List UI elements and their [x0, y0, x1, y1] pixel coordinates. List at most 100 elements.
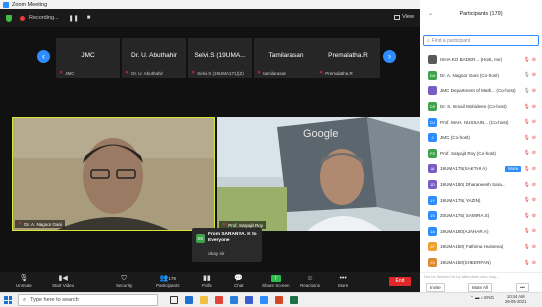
mute-all-button[interactable]: Mute All: [468, 283, 493, 292]
zoom-app-icon[interactable]: [260, 296, 268, 304]
chat-sender: From SARANYA. K to Everyone: [208, 232, 257, 243]
video-name-label: ✕ Dr. A. Nagoor Gani: [15, 220, 65, 228]
panel-footer: Not be listened to by attendees who may.…: [420, 272, 542, 292]
participant-row[interactable]: 1Y 19UMA175( YAZIN) 🎙 ⊘: [420, 192, 542, 208]
muted-mic-icon: 🎙: [523, 103, 530, 110]
powerpoint-icon[interactable]: [275, 296, 283, 304]
participant-row[interactable]: 1S 19UMA180(SHEERFAN) 🎙 ⊘: [420, 255, 542, 271]
participant-row[interactable]: 1A 19UMA180(AJAHAR.A) 🎙 ⊘: [420, 224, 542, 240]
gallery-tile[interactable]: JMC ✕ JMC: [56, 38, 120, 78]
stop-recording-icon[interactable]: ■: [87, 15, 91, 21]
invite-button[interactable]: Invite: [426, 283, 445, 292]
participant-row[interactable]: DA Dr. A. Nagoor Gani (Co-host) 🎙 ⊘: [420, 68, 542, 84]
participant-row[interactable]: DJ Prof. MAH. HUSSAIN... (Co-host) 🎙 ⊘: [420, 114, 542, 130]
participant-status-icons: 🎙 ⊘: [523, 260, 536, 266]
store-icon[interactable]: [230, 296, 238, 304]
next-page-arrow-icon[interactable]: ›: [383, 50, 396, 63]
participant-row[interactable]: PS Prof. Satyajit Roy (Co-host) 🎙 ⊘: [420, 146, 542, 162]
recording-indicator: Recording...: [20, 15, 59, 21]
participant-status-icons: 🎙 ⊘: [523, 150, 536, 156]
shield-icon: ⛉: [121, 275, 127, 282]
excel-icon[interactable]: [290, 296, 298, 304]
chat-message: okay sir: [208, 252, 225, 257]
clock-date: 26-05-2021: [505, 299, 527, 304]
participant-avatar: 1A: [428, 226, 437, 236]
tile-sub: tamilarasan: [263, 70, 287, 76]
security-shield-icon[interactable]: [6, 14, 12, 22]
google-sign: Google: [303, 128, 338, 140]
participant-search-input[interactable]: ⌕ Find a participant: [423, 35, 539, 46]
chat-notification[interactable]: SK From SARANYA. K to Everyone okay sir: [192, 228, 262, 262]
mail-icon[interactable]: [245, 296, 253, 304]
participant-list: ISHA KO BADER... (Host, me) 🎙 ⊘ DA Dr. A. Na…: [420, 52, 542, 270]
video-off-icon: ⊘: [531, 119, 536, 126]
participant-status-icons: 🎙 ⊘: [523, 213, 536, 219]
participants-count: 179: [168, 276, 176, 281]
gallery-tile[interactable]: Premalatha.R ✕ Premalatha.R: [316, 38, 380, 78]
tile-name: Premalatha.R: [328, 52, 368, 59]
participant-row[interactable]: JMC Department of Math... (Co-host) 🎙 ⊘: [420, 83, 542, 99]
participant-status-icons: 🎙 ⊘: [523, 72, 536, 78]
gallery-tile[interactable]: Dr. U. Abuthahir ✕ Dr. U. Abuthahir: [122, 38, 186, 78]
participant-name: 20UMA175( SAMIRA.S): [440, 213, 490, 219]
taskbar-search-input[interactable]: ⌕ Type here to search: [18, 294, 158, 306]
unmute-button[interactable]: 🎙 Unmute: [16, 274, 32, 288]
end-meeting-button[interactable]: End: [389, 277, 411, 286]
security-label: Security: [116, 283, 133, 288]
participant-avatar: DJ: [428, 117, 437, 127]
gallery-tile[interactable]: Tamilarasan ✕ tamilarasan: [254, 38, 318, 78]
language-indicator[interactable]: ENG: [484, 295, 494, 300]
reactions-button[interactable]: ☺ Reactions: [300, 274, 320, 288]
more-button[interactable]: ••• More: [338, 274, 348, 288]
collapse-chevron-icon[interactable]: ⌄: [428, 10, 433, 17]
zoom-window: Zoom Meeting Recording... ❚❚ ■ View ‹ JM…: [0, 0, 420, 292]
muted-mic-icon: ✕: [125, 70, 130, 76]
participant-avatar: J: [428, 133, 437, 143]
more-options-button[interactable]: •••: [516, 283, 529, 292]
participant-row[interactable]: J JMC (Co-host) 🎙 ⊘: [420, 130, 542, 146]
taskbar-clock[interactable]: 10:44 AM 26-05-2021: [505, 294, 526, 304]
participant-row[interactable]: ISHA KO BADER... (Host, me) 🎙 ⊘: [420, 52, 542, 68]
pause-recording-icon[interactable]: ❚❚: [69, 15, 79, 22]
gallery-tile[interactable]: Selvi.S (19UMA... ✕ Selvi.S (19UMA171)(Z): [188, 38, 252, 78]
participant-row[interactable]: 1F 19UMA180( Fathima Hussena) 🎙 ⊘: [420, 239, 542, 255]
participant-name: Prof. Satyajit Roy (Co-host): [440, 150, 496, 156]
windows-start-icon[interactable]: [4, 296, 12, 304]
video-camera-icon: ▮◀: [58, 275, 68, 282]
panel-title: Participants (179): [459, 10, 503, 17]
muted-mic-icon: ✕: [18, 221, 23, 227]
edge-browser-icon[interactable]: [185, 296, 193, 304]
tile-sub: Selvi.S (19UMA171)(Z): [197, 70, 244, 76]
file-explorer-icon[interactable]: [200, 296, 208, 304]
participant-status-icons: 🎙 ⊘: [523, 197, 536, 203]
participant-avatar: 1D: [428, 180, 437, 190]
participant-status-icons: 🎙 ⊘: [523, 88, 536, 94]
previous-page-arrow-icon[interactable]: ‹: [37, 50, 50, 63]
participant-video[interactable]: Google ✕ Prof. Satyajit Roy: [217, 117, 420, 231]
participants-panel: ⌄ Participants (179) ⌕ Find a participan…: [420, 0, 542, 292]
share-screen-button[interactable]: ↑ Share Screen: [262, 274, 290, 288]
active-speaker-video[interactable]: ✕ Dr. A. Nagoor Gani: [12, 117, 215, 231]
window-title: Zoom Meeting: [12, 1, 48, 8]
participant-name: Prof. MAH. HUSSAIN... (Co-host): [440, 119, 509, 125]
start-video-button[interactable]: ▮◀ Start Video: [52, 274, 74, 288]
participant-row[interactable]: 1D 19UMA180( Dharaneesh Sara... 🎙 ⊘: [420, 177, 542, 193]
security-button[interactable]: ⛉ Security: [116, 274, 132, 288]
participant-row[interactable]: IA 19UMA175(SAKTHI A) More 🎙 ⊘: [420, 161, 542, 177]
chrome-icon[interactable]: [215, 296, 223, 304]
muted-mic-icon: 🎙: [523, 134, 530, 141]
participant-status-icons: 🎙 ⊘: [523, 57, 536, 63]
view-button[interactable]: View: [394, 14, 414, 20]
network-icon[interactable]: ⌃ ▬ ♪: [470, 295, 483, 300]
share-screen-label: Share Screen: [262, 283, 290, 288]
start-video-label: Start Video: [52, 283, 75, 288]
participant-row[interactable]: DS Dr. S. Ismail Mohideen (Co-host) 🎙 ⊘: [420, 99, 542, 115]
participant-row[interactable]: 1S 20UMA175( SAMIRA.S) 🎙 ⊘: [420, 208, 542, 224]
video-off-icon: ⊘: [531, 87, 536, 94]
participants-button[interactable]: 👥179 Participants: [156, 274, 180, 288]
participant-more-button[interactable]: More: [505, 165, 522, 172]
task-view-icon[interactable]: [170, 296, 178, 304]
chat-button[interactable]: 💬 Chat: [234, 274, 244, 288]
polls-label: Polls: [202, 283, 212, 288]
polls-button[interactable]: ▮▮ Polls: [202, 274, 212, 288]
